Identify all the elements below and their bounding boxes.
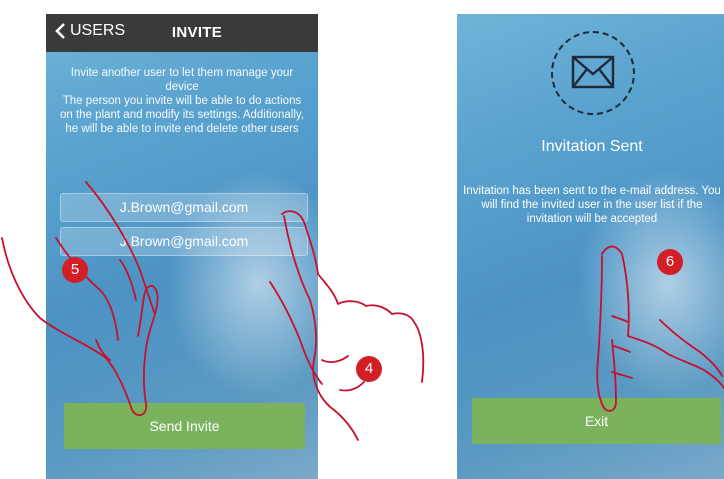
top-bar: USERS INVITE [46, 14, 318, 52]
send-invite-button[interactable]: Send Invite [64, 403, 305, 449]
page-title: INVITE [171, 24, 223, 41]
step-badge-5: 5 [62, 257, 88, 283]
envelope-badge [551, 31, 635, 115]
invitation-sent-screen: Invitation Sent Invitation has been sent… [457, 14, 724, 479]
invitation-sent-title: Invitation Sent [541, 138, 643, 155]
exit-button[interactable]: Exit [472, 398, 721, 444]
step-badge-4: 4 [356, 356, 382, 382]
invitation-sent-description: Invitation has been sent to the e-mail a… [463, 185, 721, 225]
invite-description: Invite another user to let them manage y… [60, 67, 304, 135]
invite-screen: USERS INVITE Invite another user to let … [46, 14, 318, 479]
step-badge-6: 6 [657, 249, 683, 275]
envelope-icon [571, 55, 615, 89]
email-input[interactable]: J.Brown@gmail.com [60, 193, 308, 222]
confirm-email-input[interactable]: J.Brown@gmail.com [60, 227, 308, 256]
